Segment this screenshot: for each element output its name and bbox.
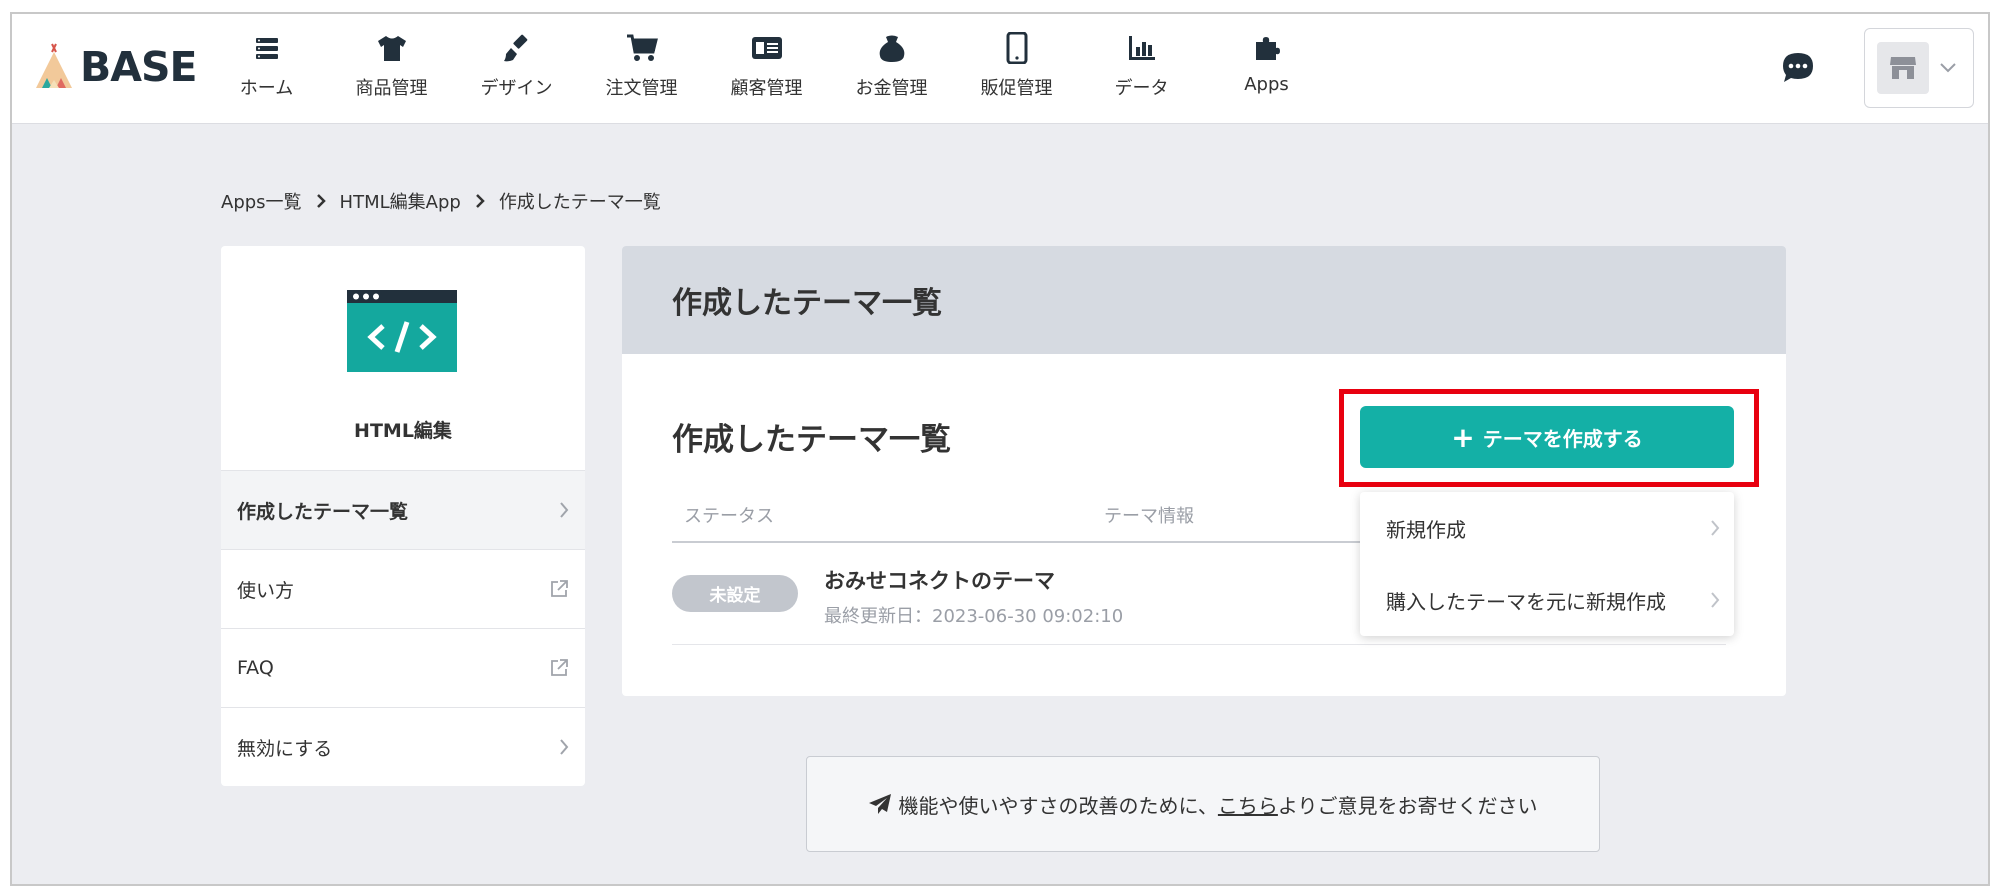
sidebar-item-theme-list[interactable]: 作成したテーマ一覧	[221, 470, 585, 549]
sidebar-item-faq[interactable]: FAQ	[221, 628, 585, 707]
dropdown-item-from-purchased[interactable]: 購入したテーマを元に新規作成	[1360, 564, 1734, 636]
dropdown-item-label: 新規作成	[1386, 517, 1466, 542]
shop-menu-button[interactable]	[1864, 28, 1974, 108]
sidebar-item-label: 無効にする	[237, 737, 333, 760]
cart-icon	[626, 34, 658, 61]
theme-updated-date: 最終更新日：2023-06-30 09:02:10	[824, 606, 1124, 627]
sidebar-item-usage[interactable]: 使い方	[221, 549, 585, 628]
chevron-right-icon	[1711, 520, 1720, 536]
bar-chart-icon	[1128, 36, 1155, 60]
shop-avatar	[1877, 42, 1929, 94]
column-header-theme-info: テーマ情報	[1104, 506, 1194, 527]
chevron-right-icon	[475, 194, 485, 208]
chevron-down-icon	[1940, 63, 1956, 73]
status-badge: 未設定	[672, 575, 798, 612]
sidebar-item-disable[interactable]: 無効にする	[221, 707, 585, 786]
nav-item-apps[interactable]: Apps	[1204, 28, 1329, 108]
nav-item-promotion[interactable]: 販促管理	[954, 28, 1079, 108]
breadcrumb-current: 作成したテーマ一覧	[498, 192, 661, 213]
paper-plane-icon	[869, 794, 892, 814]
nav-item-customers[interactable]: 顧客管理	[704, 28, 829, 108]
chevron-right-icon	[560, 502, 569, 518]
section-title: 作成したテーマ一覧	[672, 422, 951, 458]
brand-name: BASE	[80, 43, 198, 91]
app-frame: BASE ホーム 商品管理 デザイン 注文管理 顧客管理 お金管理 販促管理 デ…	[10, 12, 1990, 886]
tent-logo-icon	[36, 43, 72, 88]
external-link-icon	[551, 580, 568, 597]
nav-label: デザイン	[480, 78, 553, 99]
breadcrumb-html-app[interactable]: HTML編集App	[340, 188, 461, 214]
nav-item-orders[interactable]: 注文管理	[579, 28, 704, 108]
brush-icon	[503, 34, 527, 62]
sidebar-item-label: FAQ	[237, 657, 274, 679]
column-header-status: ステータス	[684, 506, 774, 527]
smartphone-icon	[1006, 32, 1027, 64]
base-logo[interactable]: BASE	[34, 42, 198, 92]
breadcrumb: Apps一覧 HTML編集App 作成したテーマ一覧	[221, 188, 661, 214]
nav-label: Apps	[1244, 74, 1289, 95]
chat-button[interactable]	[1780, 50, 1816, 86]
store-icon	[1890, 57, 1916, 79]
home-list-icon	[255, 38, 278, 59]
puzzle-icon	[1255, 37, 1280, 60]
nav-label: 商品管理	[355, 78, 428, 99]
top-header: BASE ホーム 商品管理 デザイン 注文管理 顧客管理 お金管理 販促管理 デ…	[12, 14, 1988, 124]
chevron-right-icon	[1711, 592, 1720, 608]
nav-label: データ	[1114, 78, 1169, 99]
main-nav: ホーム 商品管理 デザイン 注文管理 顧客管理 お金管理 販促管理 データ Ap…	[204, 28, 1329, 108]
app-name: HTML編集	[354, 420, 452, 442]
nav-label: 販促管理	[980, 78, 1053, 99]
app-sidebar: HTML編集 作成したテーマ一覧 使い方 FAQ 無効にする	[221, 246, 585, 786]
feedback-link[interactable]: こちら	[1218, 790, 1278, 819]
nav-item-products[interactable]: 商品管理	[329, 28, 454, 108]
sidebar-item-label: 作成したテーマ一覧	[237, 500, 409, 523]
chevron-right-icon	[560, 739, 569, 755]
highlight-box	[1339, 389, 1759, 487]
feedback-text-after: よりご意見をお寄せください	[1277, 793, 1538, 818]
breadcrumb-apps[interactable]: Apps一覧	[221, 188, 302, 214]
nav-item-home[interactable]: ホーム	[204, 28, 329, 108]
nav-item-data[interactable]: データ	[1079, 28, 1204, 108]
dropdown-item-label: 購入したテーマを元に新規作成	[1386, 589, 1666, 614]
page-title: 作成したテーマ一覧	[672, 286, 942, 321]
card-header: 作成したテーマ一覧	[622, 246, 1786, 354]
dropdown-item-new[interactable]: 新規作成	[1360, 492, 1734, 564]
nav-item-money[interactable]: お金管理	[829, 28, 954, 108]
chevron-right-icon	[316, 194, 326, 208]
tshirt-icon	[377, 36, 406, 61]
nav-item-design[interactable]: デザイン	[454, 28, 579, 108]
feedback-text-before: 機能や使いやすさの改善のために、	[898, 793, 1218, 818]
feedback-banner: 機能や使いやすさの改善のために、 こちら よりご意見をお寄せください	[806, 756, 1600, 852]
create-theme-dropdown: 新規作成 購入したテーマを元に新規作成	[1360, 492, 1734, 636]
code-window-icon	[347, 290, 457, 372]
nav-label: 注文管理	[605, 78, 678, 99]
sidebar-menu: 作成したテーマ一覧 使い方 FAQ 無効にする	[221, 470, 585, 786]
theme-name[interactable]: おみせコネクトのテーマ	[824, 565, 1055, 595]
external-link-icon	[551, 659, 568, 676]
table-row-divider	[672, 644, 1726, 645]
nav-label: お金管理	[855, 78, 928, 99]
nav-label: 顧客管理	[730, 78, 803, 99]
wallet-icon	[879, 35, 904, 62]
nav-label: ホーム	[239, 78, 294, 99]
sidebar-item-label: 使い方	[237, 579, 295, 602]
chat-bubble-icon	[1783, 53, 1813, 82]
id-card-icon	[751, 37, 782, 59]
